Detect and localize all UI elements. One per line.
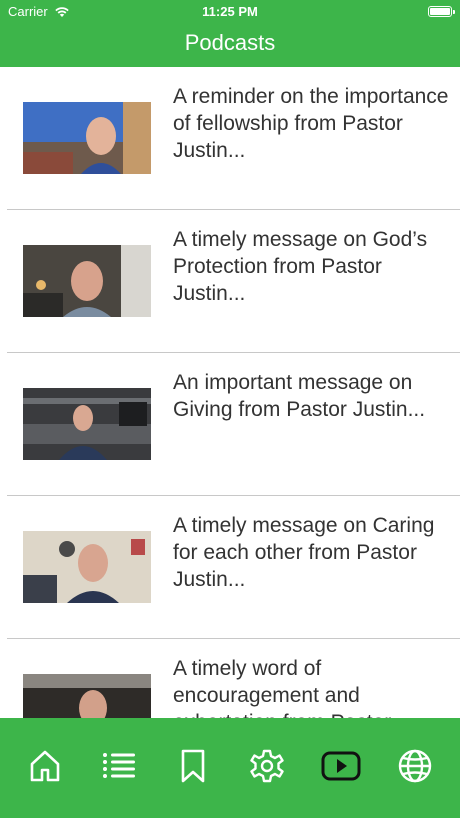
home-icon [30,750,60,782]
podcast-title: A reminder on the importance of fellowsh… [173,85,449,162]
podcast-thumbnail [23,245,151,317]
podcast-thumbnail [23,388,151,460]
tab-bar [0,718,460,818]
podcast-thumbnail [23,531,151,603]
podcast-item[interactable]: An important message on Giving from Past… [7,353,460,496]
podcast-title: A timely message on Caring for each othe… [173,514,435,591]
podcast-item[interactable]: A timely word of encouragement and exhor… [7,639,460,718]
tab-videos[interactable] [321,746,361,786]
podcast-title: A timely message on God’s Protection fro… [173,228,428,305]
tab-settings[interactable] [247,746,287,786]
podcast-item[interactable]: A timely message on God’s Protection fro… [7,210,460,353]
list-icon [103,753,135,778]
bookmark-icon [181,749,205,783]
gear-icon [250,749,284,783]
navigation-header: Carrier 11:25 PM Podcasts [0,0,460,67]
tab-list[interactable] [99,746,139,786]
podcast-thumbnail [23,102,151,174]
youtube-icon [321,751,361,781]
status-time: 11:25 PM [202,4,258,19]
tab-website[interactable] [395,746,435,786]
battery-icon [428,6,455,17]
podcast-item[interactable]: A timely message on Caring for each othe… [7,496,460,639]
globe-icon [398,749,432,783]
tab-bookmarks[interactable] [173,746,213,786]
podcast-item[interactable]: A reminder on the importance of fellowsh… [7,67,460,210]
tab-home[interactable] [25,746,65,786]
status-bar: Carrier 11:25 PM [0,0,460,24]
podcast-title: A timely word of encouragement and exhor… [173,657,391,718]
podcast-thumbnail [23,674,151,718]
podcast-list[interactable]: A reminder on the importance of fellowsh… [0,67,460,718]
podcast-title: An important message on Giving from Past… [173,371,426,421]
page-title: Podcasts [184,30,276,55]
